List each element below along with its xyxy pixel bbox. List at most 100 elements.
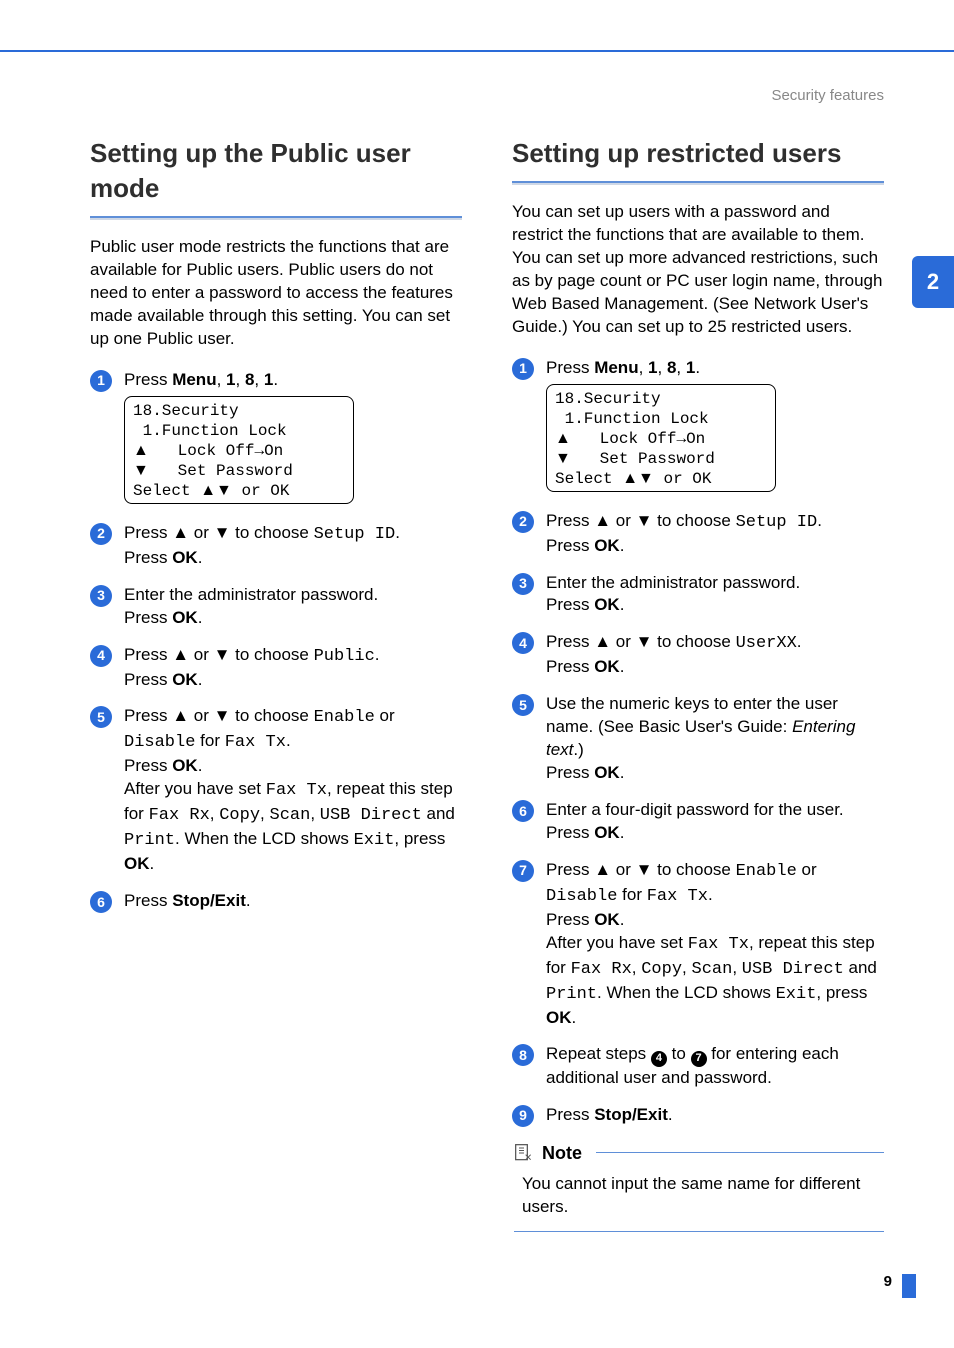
key-menu: Menu bbox=[594, 358, 638, 377]
section-heading-public: Setting up the Public user mode bbox=[90, 136, 462, 206]
text: . bbox=[708, 885, 713, 904]
text: Press bbox=[124, 523, 172, 542]
key-ok: OK bbox=[594, 657, 620, 676]
text: . bbox=[797, 632, 802, 651]
key-1: 1 bbox=[264, 370, 273, 389]
option-exit: Exit bbox=[776, 985, 817, 1004]
option-print: Print bbox=[124, 831, 175, 850]
text: . bbox=[150, 854, 155, 873]
step-body: Press ▲ or ▼ to choose Public. Press OK. bbox=[124, 644, 462, 692]
text: . bbox=[246, 891, 251, 910]
step-badge: 1 bbox=[90, 370, 112, 392]
step-body: Repeat steps 4 to 7 for entering each ad… bbox=[546, 1043, 884, 1089]
text: and bbox=[422, 804, 455, 823]
text: . bbox=[198, 756, 203, 775]
note-block: Note You cannot input the same name for … bbox=[514, 1141, 884, 1232]
text: Enter a four-digit password for the user… bbox=[546, 800, 844, 819]
text: . bbox=[286, 731, 291, 750]
text: Press bbox=[546, 657, 594, 676]
steps-list: 1 Press Menu, 1, 8, 1. 18.Security 1.Fun… bbox=[512, 357, 884, 1127]
option-setup-id: Setup ID bbox=[736, 513, 818, 532]
text: Press bbox=[124, 891, 172, 910]
text: Press bbox=[124, 756, 172, 775]
lcd-line: or OK bbox=[232, 482, 290, 500]
text: Press bbox=[546, 358, 594, 377]
lcd-line: Set Password bbox=[571, 450, 715, 468]
up-down-arrow-icon: ▲▼ bbox=[622, 470, 654, 487]
text: . bbox=[375, 645, 380, 664]
step-3: 3 Enter the administrator password. Pres… bbox=[90, 584, 462, 630]
option-scan: Scan bbox=[692, 960, 733, 979]
text: . bbox=[620, 823, 625, 842]
text: . When the LCD shows bbox=[597, 983, 776, 1002]
text: or bbox=[611, 860, 636, 879]
text: , bbox=[658, 358, 667, 377]
inline-step-ref-4: 4 bbox=[651, 1051, 667, 1067]
text: Press bbox=[546, 823, 594, 842]
text: or bbox=[189, 523, 214, 542]
step-1: 1 Press Menu, 1, 8, 1. 18.Security 1.Fun… bbox=[512, 357, 884, 496]
option-fax-rx: Fax Rx bbox=[149, 806, 210, 825]
down-arrow-icon: ▼ bbox=[214, 706, 231, 725]
option-fax-tx: Fax Tx bbox=[266, 781, 327, 800]
text: or bbox=[797, 860, 817, 879]
steps-list: 1 Press Menu, 1, 8, 1. 18.Security 1.Fun… bbox=[90, 369, 462, 913]
step-9: 9 Press Stop/Exit. bbox=[512, 1104, 884, 1127]
text: Enter the administrator password. bbox=[124, 585, 378, 604]
option-fax-tx: Fax Tx bbox=[688, 935, 749, 954]
down-arrow-icon: ▼ bbox=[636, 860, 653, 879]
text: Press bbox=[546, 860, 594, 879]
option-copy: Copy bbox=[641, 960, 682, 979]
text: . When the LCD shows bbox=[175, 829, 354, 848]
step-badge: 1 bbox=[512, 358, 534, 380]
text: , bbox=[732, 958, 741, 977]
step-badge: 4 bbox=[90, 645, 112, 667]
text: . bbox=[620, 763, 625, 782]
key-ok: OK bbox=[124, 854, 150, 873]
step-body: Press Menu, 1, 8, 1. 18.Security 1.Funct… bbox=[124, 369, 462, 508]
key-ok: OK bbox=[172, 548, 198, 567]
option-enable: Enable bbox=[314, 708, 375, 727]
text: Press bbox=[546, 1105, 594, 1124]
step-badge: 9 bbox=[512, 1105, 534, 1127]
intro-paragraph: You can set up users with a password and… bbox=[512, 201, 884, 339]
right-column: Setting up restricted users You can set … bbox=[512, 136, 884, 1232]
text: Press bbox=[124, 706, 172, 725]
option-setup-id: Setup ID bbox=[314, 525, 396, 544]
step-body: Press ▲ or ▼ to choose Setup ID. Press O… bbox=[124, 522, 462, 570]
text: . bbox=[273, 370, 278, 389]
note-body: You cannot input the same name for diffe… bbox=[514, 1169, 884, 1232]
key-ok: OK bbox=[594, 763, 620, 782]
text: .) bbox=[573, 740, 583, 759]
text: Press bbox=[124, 370, 172, 389]
option-usb-direct: USB Direct bbox=[742, 960, 844, 979]
step-body: Press Menu, 1, 8, 1. 18.Security 1.Funct… bbox=[546, 357, 884, 496]
text: to choose bbox=[230, 645, 313, 664]
text: . bbox=[198, 548, 203, 567]
note-rule bbox=[596, 1152, 884, 1153]
text: , bbox=[632, 958, 641, 977]
lcd-line: Lock Off bbox=[149, 442, 255, 460]
text: , bbox=[639, 358, 648, 377]
step-body: Press Stop/Exit. bbox=[546, 1104, 884, 1127]
step-body: Press ▲ or ▼ to choose Enable or Disable… bbox=[124, 705, 462, 876]
down-arrow-icon: ▼ bbox=[636, 511, 653, 530]
note-header: Note bbox=[514, 1141, 884, 1165]
text: , bbox=[310, 804, 319, 823]
breadcrumb: Security features bbox=[771, 86, 884, 106]
up-arrow-icon: ▲ bbox=[133, 442, 149, 459]
note-title: Note bbox=[542, 1141, 582, 1165]
key-1: 1 bbox=[686, 358, 695, 377]
text: to choose bbox=[652, 511, 735, 530]
text: . bbox=[620, 536, 625, 555]
option-fax-rx: Fax Rx bbox=[571, 960, 632, 979]
lcd-line: or OK bbox=[654, 470, 712, 488]
step-badge: 6 bbox=[90, 891, 112, 913]
step-badge: 5 bbox=[90, 706, 112, 728]
text: Enter the administrator password. bbox=[546, 573, 800, 592]
step-body: Enter the administrator password. Press … bbox=[546, 572, 884, 618]
lcd-display: 18.Security 1.Function Lock ▲ Lock Off→O… bbox=[546, 384, 776, 492]
option-disable: Disable bbox=[124, 733, 195, 752]
key-ok: OK bbox=[594, 910, 620, 929]
option-print: Print bbox=[546, 985, 597, 1004]
